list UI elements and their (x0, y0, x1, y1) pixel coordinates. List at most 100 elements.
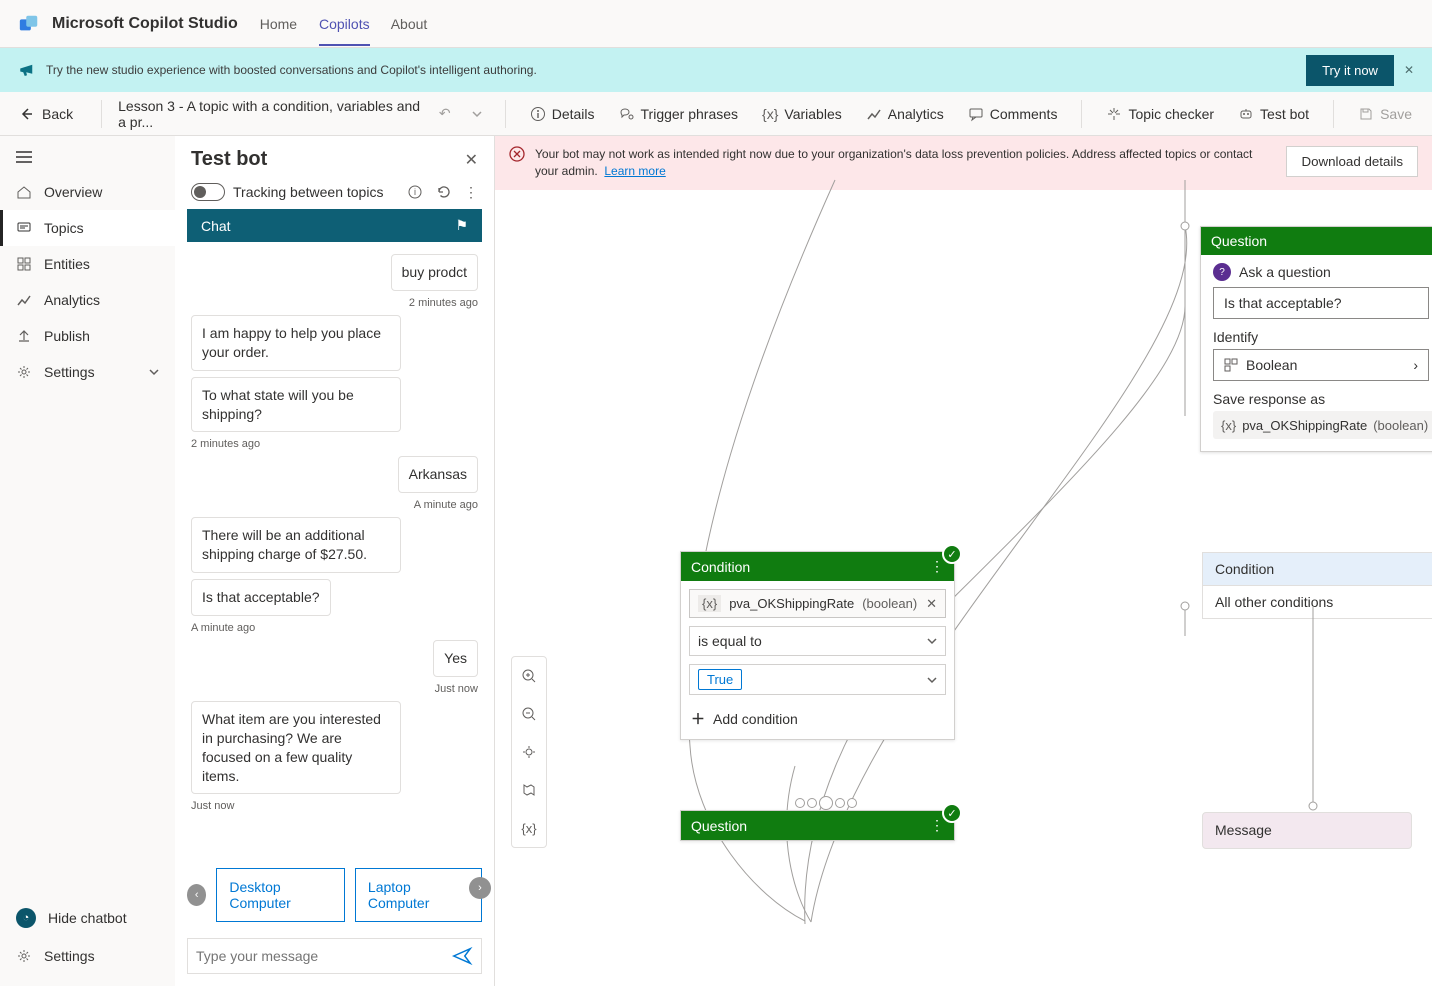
info-icon[interactable]: i (408, 185, 422, 199)
condition-node[interactable]: ✓ Condition⋮ {x}pva_OKShippingRate(boole… (680, 551, 955, 740)
hide-chatbot-button[interactable]: ◔Hide chatbot (0, 898, 175, 938)
minimap-button[interactable] (512, 771, 546, 809)
undo-dropdown[interactable] (463, 100, 491, 128)
chevron-down-icon (927, 636, 937, 646)
question-text-field[interactable]: Is that acceptable? (1213, 287, 1429, 319)
svg-text:i: i (414, 187, 416, 197)
chat-msg-bot: What item are you interested in purchasi… (191, 701, 401, 795)
testbot-menu-icon[interactable]: ⋮ (464, 184, 478, 201)
condition-variable-chip[interactable]: {x}pva_OKShippingRate(boolean)✕ (689, 589, 946, 618)
variables-button[interactable]: {x}Variables (752, 100, 852, 128)
plus-icon: ＋ (691, 709, 705, 729)
back-button[interactable]: Back (0, 106, 91, 122)
authoring-canvas[interactable]: Your bot may not work as intended right … (495, 136, 1432, 986)
download-details-button[interactable]: Download details (1286, 146, 1418, 177)
app-header: Microsoft Copilot Studio Home Copilots A… (0, 0, 1432, 48)
message-node[interactable]: Message (1202, 812, 1432, 849)
condition-else-node[interactable]: Condition All other conditions (1202, 552, 1432, 619)
back-arrow-icon (18, 106, 34, 122)
chat-msg-user: Arkansas (398, 456, 478, 493)
add-condition-button[interactable]: ＋Add condition (681, 703, 954, 739)
try-it-now-button[interactable]: Try it now (1306, 55, 1394, 86)
condition-else-header: Condition (1202, 552, 1432, 586)
analytics-button[interactable]: Analytics (856, 100, 954, 128)
nav-about[interactable]: About (391, 16, 428, 44)
home-icon (16, 184, 32, 200)
testbot-title: Test bot (191, 148, 267, 171)
trigger-phrases-button[interactable]: Trigger phrases (609, 100, 749, 128)
save-button[interactable]: Save (1348, 100, 1422, 128)
breadcrumb-title: Lesson 3 - A topic with a condition, var… (112, 98, 431, 130)
nav-copilots[interactable]: Copilots (319, 16, 370, 46)
identify-select[interactable]: Boolean› (1213, 349, 1429, 381)
condition-value-select[interactable]: True (689, 664, 946, 695)
condition-operator-select[interactable]: is equal to (689, 626, 946, 656)
test-bot-panel: Test bot ✕ Tracking between topics i ⋮ C… (175, 136, 495, 986)
topic-checker-button[interactable]: Topic checker (1096, 100, 1224, 128)
chat-msg-bot: I am happy to help you place your order. (191, 315, 401, 371)
chat-title: Chat (201, 218, 231, 234)
suggestion-next[interactable]: › (469, 877, 491, 899)
message-node-header: Message (1202, 812, 1412, 849)
chat-timestamp: A minute ago (414, 499, 478, 511)
zoom-fit-button[interactable] (512, 733, 546, 771)
question-node-2[interactable]: ✓ Question⋮ (680, 810, 955, 841)
question-node-header: Question (1201, 227, 1432, 255)
chevron-right-icon: › (1413, 357, 1418, 373)
entity-icon (1224, 358, 1238, 372)
nav-entities[interactable]: Entities (0, 246, 175, 282)
send-icon[interactable] (451, 945, 473, 967)
topics-icon (16, 220, 32, 236)
nav-topics[interactable]: Topics (0, 210, 175, 246)
undo-button[interactable]: ↶ (431, 100, 459, 128)
suggestion-prev[interactable]: ‹ (187, 884, 206, 906)
variable-icon: {x} (1221, 418, 1236, 433)
analytics-icon (866, 106, 882, 122)
details-button[interactable]: Details (520, 100, 605, 128)
save-response-label: Save response as (1213, 391, 1429, 407)
nav-publish[interactable]: Publish (0, 318, 175, 354)
all-other-conditions: All other conditions (1202, 586, 1432, 619)
chat-timestamp: A minute ago (191, 622, 255, 634)
question-node[interactable]: Question ?Ask a question Is that accepta… (1200, 226, 1432, 452)
learn-more-link[interactable]: Learn more (604, 164, 665, 178)
clear-variable-icon[interactable]: ✕ (926, 596, 937, 612)
node-menu-icon[interactable]: ⋮ (930, 558, 944, 575)
divider (1081, 100, 1082, 128)
close-testbot-icon[interactable]: ✕ (465, 150, 478, 170)
suggestion-laptop[interactable]: Laptop Computer› (355, 868, 482, 922)
tracking-toggle[interactable] (191, 183, 225, 201)
footer-settings[interactable]: Settings (0, 938, 175, 974)
brand-title: Microsoft Copilot Studio (52, 15, 238, 33)
add-node-handle[interactable] (795, 798, 857, 810)
node-menu-icon[interactable]: ⋮ (930, 817, 944, 834)
chevron-down-icon (149, 367, 159, 377)
nav-analytics[interactable]: Analytics (0, 282, 175, 318)
chevron-down-icon (927, 675, 937, 685)
test-bot-button[interactable]: Test bot (1228, 100, 1319, 128)
suggestion-desktop[interactable]: Desktop Computer (216, 868, 345, 922)
question-node-2-header: Question⋮ (681, 811, 954, 840)
hamburger-icon[interactable] (0, 142, 175, 174)
condition-value-pill: True (698, 669, 742, 690)
nav-home[interactable]: Home (260, 16, 297, 44)
zoom-in-button[interactable] (512, 657, 546, 695)
chart-icon (16, 292, 32, 308)
check-badge-icon: ✓ (942, 803, 962, 823)
banner-close-icon[interactable]: ✕ (1404, 63, 1414, 77)
comments-button[interactable]: Comments (958, 100, 1068, 128)
nav-overview[interactable]: Overview (0, 174, 175, 210)
flag-icon[interactable]: ⚑ (455, 217, 468, 234)
nav-settings[interactable]: Settings (0, 354, 175, 390)
save-icon (1358, 106, 1374, 122)
gear-icon (16, 948, 32, 964)
variables-panel-button[interactable]: {x} (512, 809, 546, 847)
variable-pill[interactable]: {x}pva_OKShippingRate(boolean)✎ (1213, 411, 1432, 439)
message-input[interactable] (196, 948, 451, 964)
refresh-icon[interactable] (436, 184, 452, 200)
variable-icon: {x} (762, 106, 778, 122)
comment-icon (968, 106, 984, 122)
toolbar: Back Lesson 3 - A topic with a condition… (0, 92, 1432, 136)
tracking-label: Tracking between topics (233, 184, 400, 200)
zoom-out-button[interactable] (512, 695, 546, 733)
